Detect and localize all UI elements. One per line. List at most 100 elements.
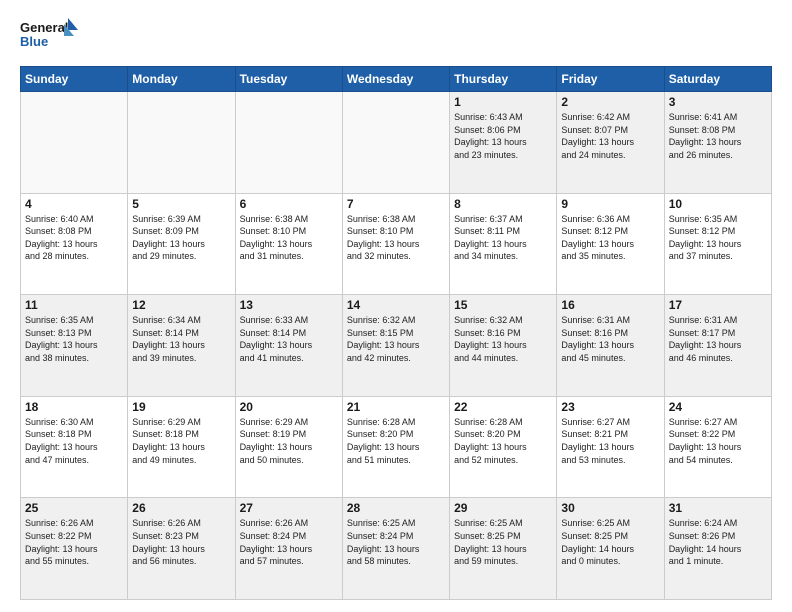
calendar-week-row: 1 Sunrise: 6:43 AM Sunset: 8:06 PM Daylig…	[21, 92, 772, 194]
weekday-header: Tuesday	[235, 67, 342, 92]
cell-info: Sunrise: 6:27 AM Sunset: 8:21 PM Dayligh…	[561, 416, 659, 466]
calendar-cell: 3 Sunrise: 6:41 AM Sunset: 8:08 PM Daylig…	[664, 92, 771, 194]
day-number: 27	[240, 501, 338, 515]
day-number: 4	[25, 197, 123, 211]
weekday-header: Wednesday	[342, 67, 449, 92]
cell-info: Sunrise: 6:30 AM Sunset: 8:18 PM Dayligh…	[25, 416, 123, 466]
cell-info: Sunrise: 6:31 AM Sunset: 8:17 PM Dayligh…	[669, 314, 767, 364]
cell-info: Sunrise: 6:26 AM Sunset: 8:23 PM Dayligh…	[132, 517, 230, 567]
calendar-cell: 29Sunrise: 6:25 AM Sunset: 8:25 PM Dayli…	[450, 498, 557, 600]
calendar-cell	[342, 92, 449, 194]
day-number: 20	[240, 400, 338, 414]
cell-info: Sunrise: 6:38 AM Sunset: 8:10 PM Dayligh…	[240, 213, 338, 263]
calendar-header-row: SundayMondayTuesdayWednesdayThursdayFrid…	[21, 67, 772, 92]
calendar-week-row: 25 Sunrise: 6:26 AM Sunset: 8:22 PM Dayli…	[21, 498, 772, 600]
logo-svg: GeneralBlue	[20, 16, 80, 56]
logo: GeneralBlue	[20, 16, 80, 56]
day-number: 10	[669, 197, 767, 211]
weekday-header: Thursday	[450, 67, 557, 92]
calendar-cell: 21Sunrise: 6:28 AM Sunset: 8:20 PM Dayli…	[342, 396, 449, 498]
cell-info: Sunrise: 6:25 AM Sunset: 8:25 PM Dayligh…	[561, 517, 659, 567]
calendar-cell: 18 Sunrise: 6:30 AM Sunset: 8:18 PM Dayli…	[21, 396, 128, 498]
cell-info: Sunrise: 6:36 AM Sunset: 8:12 PM Dayligh…	[561, 213, 659, 263]
cell-info: Sunrise: 6:24 AM Sunset: 8:26 PM Dayligh…	[669, 517, 767, 567]
cell-info: Sunrise: 6:34 AM Sunset: 8:14 PM Dayligh…	[132, 314, 230, 364]
day-number: 18	[25, 400, 123, 414]
calendar-cell	[128, 92, 235, 194]
day-number: 1	[454, 95, 552, 109]
day-number: 22	[454, 400, 552, 414]
day-number: 9	[561, 197, 659, 211]
calendar-cell: 31 Sunrise: 6:24 AM Sunset: 8:26 PM Dayli…	[664, 498, 771, 600]
day-number: 7	[347, 197, 445, 211]
day-number: 31	[669, 501, 767, 515]
calendar-cell: 13 Sunrise: 6:33 AM Sunset: 8:14 PM Dayli…	[235, 295, 342, 397]
day-number: 2	[561, 95, 659, 109]
cell-info: Sunrise: 6:35 AM Sunset: 8:13 PM Dayligh…	[25, 314, 123, 364]
weekday-header: Monday	[128, 67, 235, 92]
cell-info: Sunrise: 6:40 AM Sunset: 8:08 PM Dayligh…	[25, 213, 123, 263]
cell-info: Sunrise: 6:33 AM Sunset: 8:14 PM Dayligh…	[240, 314, 338, 364]
cell-info: Sunrise: 6:32 AM Sunset: 8:15 PM Dayligh…	[347, 314, 445, 364]
page: GeneralBlue SundayMondayTuesdayWednesday…	[0, 0, 792, 612]
day-number: 28	[347, 501, 445, 515]
cell-info: Sunrise: 6:39 AM Sunset: 8:09 PM Dayligh…	[132, 213, 230, 263]
cell-info: Sunrise: 6:26 AM Sunset: 8:22 PM Dayligh…	[25, 517, 123, 567]
day-number: 23	[561, 400, 659, 414]
weekday-header: Sunday	[21, 67, 128, 92]
cell-info: Sunrise: 6:35 AM Sunset: 8:12 PM Dayligh…	[669, 213, 767, 263]
cell-info: Sunrise: 6:28 AM Sunset: 8:20 PM Dayligh…	[454, 416, 552, 466]
day-number: 15	[454, 298, 552, 312]
calendar-cell: 16 Sunrise: 6:31 AM Sunset: 8:16 PM Dayli…	[557, 295, 664, 397]
day-number: 16	[561, 298, 659, 312]
calendar-cell: 19 Sunrise: 6:29 AM Sunset: 8:18 PM Dayli…	[128, 396, 235, 498]
cell-info: Sunrise: 6:38 AM Sunset: 8:10 PM Dayligh…	[347, 213, 445, 263]
cell-info: Sunrise: 6:41 AM Sunset: 8:08 PM Dayligh…	[669, 111, 767, 161]
day-number: 13	[240, 298, 338, 312]
day-number: 29	[454, 501, 552, 515]
calendar-cell: 9 Sunrise: 6:36 AM Sunset: 8:12 PM Daylig…	[557, 193, 664, 295]
calendar-cell: 27 Sunrise: 6:26 AM Sunset: 8:24 PM Dayli…	[235, 498, 342, 600]
calendar-cell: 25 Sunrise: 6:26 AM Sunset: 8:22 PM Dayli…	[21, 498, 128, 600]
calendar-cell: 15 Sunrise: 6:32 AM Sunset: 8:16 PM Dayli…	[450, 295, 557, 397]
day-number: 5	[132, 197, 230, 211]
cell-info: Sunrise: 6:25 AM Sunset: 8:24 PM Dayligh…	[347, 517, 445, 567]
day-number: 26	[132, 501, 230, 515]
cell-info: Sunrise: 6:31 AM Sunset: 8:16 PM Dayligh…	[561, 314, 659, 364]
calendar-cell: 1 Sunrise: 6:43 AM Sunset: 8:06 PM Daylig…	[450, 92, 557, 194]
header: GeneralBlue	[20, 16, 772, 56]
cell-info: Sunrise: 6:37 AM Sunset: 8:11 PM Dayligh…	[454, 213, 552, 263]
day-number: 3	[669, 95, 767, 109]
svg-text:General: General	[20, 20, 68, 35]
weekday-header: Saturday	[664, 67, 771, 92]
day-number: 11	[25, 298, 123, 312]
cell-info: Sunrise: 6:26 AM Sunset: 8:24 PM Dayligh…	[240, 517, 338, 567]
calendar-cell: 24Sunrise: 6:27 AM Sunset: 8:22 PM Dayli…	[664, 396, 771, 498]
cell-info: Sunrise: 6:43 AM Sunset: 8:06 PM Dayligh…	[454, 111, 552, 161]
calendar-cell: 6 Sunrise: 6:38 AM Sunset: 8:10 PM Daylig…	[235, 193, 342, 295]
cell-info: Sunrise: 6:29 AM Sunset: 8:18 PM Dayligh…	[132, 416, 230, 466]
calendar-cell: 8Sunrise: 6:37 AM Sunset: 8:11 PM Daylig…	[450, 193, 557, 295]
calendar-cell: 11 Sunrise: 6:35 AM Sunset: 8:13 PM Dayli…	[21, 295, 128, 397]
calendar-cell: 20Sunrise: 6:29 AM Sunset: 8:19 PM Dayli…	[235, 396, 342, 498]
calendar-cell: 23 Sunrise: 6:27 AM Sunset: 8:21 PM Dayli…	[557, 396, 664, 498]
day-number: 21	[347, 400, 445, 414]
calendar-cell: 7 Sunrise: 6:38 AM Sunset: 8:10 PM Daylig…	[342, 193, 449, 295]
calendar-week-row: 4 Sunrise: 6:40 AM Sunset: 8:08 PM Daylig…	[21, 193, 772, 295]
calendar-cell: 22 Sunrise: 6:28 AM Sunset: 8:20 PM Dayli…	[450, 396, 557, 498]
calendar-cell	[235, 92, 342, 194]
day-number: 30	[561, 501, 659, 515]
calendar-cell: 12Sunrise: 6:34 AM Sunset: 8:14 PM Dayli…	[128, 295, 235, 397]
calendar-cell: 17Sunrise: 6:31 AM Sunset: 8:17 PM Dayli…	[664, 295, 771, 397]
calendar-cell: 28 Sunrise: 6:25 AM Sunset: 8:24 PM Dayli…	[342, 498, 449, 600]
day-number: 6	[240, 197, 338, 211]
calendar-cell	[21, 92, 128, 194]
calendar-cell: 2 Sunrise: 6:42 AM Sunset: 8:07 PM Daylig…	[557, 92, 664, 194]
day-number: 19	[132, 400, 230, 414]
calendar-cell: 4 Sunrise: 6:40 AM Sunset: 8:08 PM Daylig…	[21, 193, 128, 295]
calendar-cell: 10 Sunrise: 6:35 AM Sunset: 8:12 PM Dayli…	[664, 193, 771, 295]
cell-info: Sunrise: 6:42 AM Sunset: 8:07 PM Dayligh…	[561, 111, 659, 161]
calendar-week-row: 11 Sunrise: 6:35 AM Sunset: 8:13 PM Dayli…	[21, 295, 772, 397]
cell-info: Sunrise: 6:32 AM Sunset: 8:16 PM Dayligh…	[454, 314, 552, 364]
day-number: 25	[25, 501, 123, 515]
